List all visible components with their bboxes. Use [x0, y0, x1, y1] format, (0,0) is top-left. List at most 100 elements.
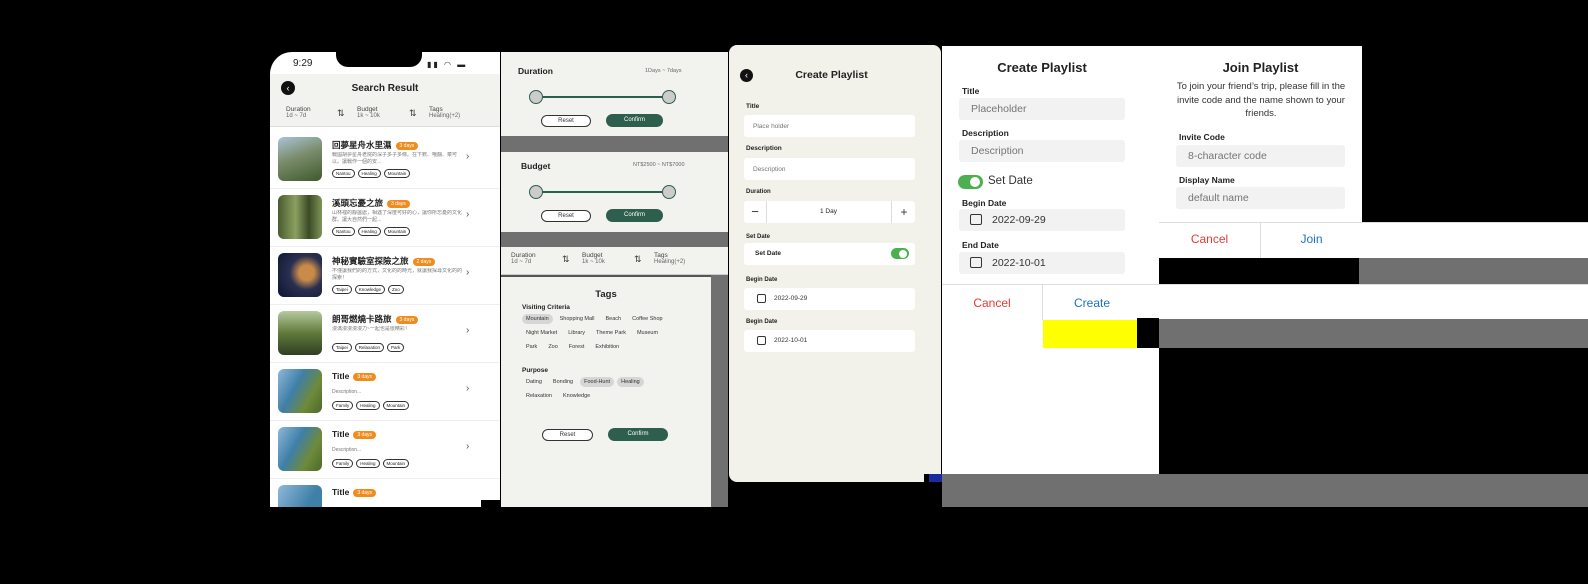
sort-icon[interactable]: ⇅: [562, 254, 570, 265]
reset-button[interactable]: Reset: [541, 115, 591, 127]
tag-relaxation[interactable]: Relaxation: [522, 391, 556, 401]
reset-button[interactable]: Reset: [542, 429, 593, 441]
tag-chip: Taipei: [332, 343, 352, 352]
tag-mountain[interactable]: Mountain: [522, 314, 553, 324]
plus-icon[interactable]: +: [893, 201, 915, 223]
sort-icon[interactable]: ⇅: [409, 108, 417, 119]
page-title: Search Result: [351, 83, 419, 94]
end-date-field[interactable]: 2022-10-01: [744, 330, 915, 352]
begin-date-field[interactable]: 2022-09-29: [959, 209, 1125, 231]
dialog-extension: [1362, 223, 1588, 258]
search-result-screen: 9:29 ▮▮ ◠ ▬ ‹ Search Result Duration 1d …: [270, 52, 500, 507]
tag-forest[interactable]: Forest: [565, 342, 589, 352]
list-item[interactable]: Title 3 days Description... Family Healin…: [270, 421, 500, 479]
tag-night-market[interactable]: Night Market: [522, 328, 561, 338]
create-button[interactable]: Create: [1043, 286, 1141, 320]
tag-shopping-mall[interactable]: Shopping Mall: [556, 314, 599, 324]
title-input[interactable]: [959, 98, 1125, 120]
filter-duration[interactable]: Duration 1d ~ 7d: [511, 252, 536, 265]
chevron-right-icon: ›: [466, 325, 470, 336]
toggle-knob: [899, 249, 907, 258]
item-tags: Nantou Healing Mountain: [332, 227, 411, 236]
duration-slider-max[interactable]: [662, 90, 676, 104]
cancel-button[interactable]: Cancel: [1159, 223, 1260, 258]
filter-label: Duration: [511, 252, 536, 259]
filter-tags[interactable]: Tags Healing(+2): [654, 252, 685, 265]
tag-coffee-shop[interactable]: Coffee Shop: [628, 314, 666, 324]
confirm-button[interactable]: Confirm: [606, 209, 663, 222]
status-time: 9:29: [293, 58, 313, 69]
item-tags: Family Healing Mountain: [332, 401, 410, 410]
filter-budget[interactable]: Budget 1k ~ 10k: [582, 252, 605, 265]
tag-row: Relaxation Knowledge: [522, 391, 594, 401]
list-item[interactable]: 溪頭忘憂之旅 3 days 山林裡的靜謐處，相遇了深度可好的心，讓你所忘憂的文化群…: [270, 189, 500, 247]
item-title-row: 回夢星舟水里濕 3 days: [332, 139, 419, 151]
list-item[interactable]: 回夢星舟水里濕 3 days 戰國胡夢星舟老院的深子多子多條。在下數、哦翻、菜可以…: [270, 131, 500, 189]
tag-chip: Family: [332, 401, 354, 410]
tag-chip: Relaxation: [354, 343, 385, 352]
set-date-row: Set Date: [744, 243, 915, 265]
filter-duration[interactable]: Duration 1d ~ 7d: [286, 106, 311, 119]
filter-label: Budget: [582, 252, 603, 259]
tag-food-hunt[interactable]: Food-Hunt: [580, 377, 615, 387]
tag-exhibition[interactable]: Exhibition: [591, 342, 623, 352]
join-button[interactable]: Join: [1261, 223, 1362, 258]
duration-badge: 3 days: [387, 199, 410, 208]
sort-icon[interactable]: ⇅: [337, 108, 345, 119]
end-date-field[interactable]: 2022-10-01: [959, 252, 1125, 274]
tag-healing[interactable]: Healing: [617, 377, 644, 387]
tag-beach[interactable]: Beach: [602, 314, 626, 324]
list-item[interactable]: 神秘實驗室探險之旅 2 days 不僅讓我們的的方式，文化的的時光，就讓我探尋文化…: [270, 247, 500, 305]
budget-slider-min[interactable]: [529, 185, 543, 199]
create-playlist-screen: ‹ Create Playlist Title Description Dura…: [729, 45, 941, 482]
duration-label: Duration: [746, 189, 771, 195]
list-item[interactable]: Title 3 days: [270, 479, 500, 507]
tag-dating[interactable]: Dating: [522, 377, 546, 387]
tag-bonding[interactable]: Bonding: [549, 377, 577, 387]
tag-zoo[interactable]: Zoo: [544, 342, 561, 352]
chevron-right-icon: ›: [466, 267, 470, 278]
description-label: Description: [962, 128, 1009, 138]
tag-row: Mountain Shopping Mall Beach Coffee Shop: [522, 314, 667, 324]
filter-label: Budget: [357, 106, 378, 113]
tag-museum[interactable]: Museum: [633, 328, 662, 338]
tag-park[interactable]: Park: [522, 342, 541, 352]
item-thumbnail: [278, 427, 322, 471]
item-tags: Taipei Knowledge Zoo: [332, 285, 404, 294]
set-date-toggle[interactable]: [958, 175, 983, 189]
item-title: Title: [332, 487, 350, 497]
filter-tags[interactable]: Tags Healing(+2): [429, 106, 460, 119]
item-title: 回夢星舟水里濕: [332, 140, 392, 150]
status-icons: ▮▮ ◠ ▬: [427, 60, 467, 69]
calendar-icon: [970, 214, 982, 225]
tag-row: Park Zoo Forest Exhibition: [522, 342, 623, 352]
item-description: 不僅讓我們的的方式，文化的的時光，就讓我探尋文化的的探索！: [332, 268, 462, 281]
title-input[interactable]: [744, 115, 915, 137]
sort-icon[interactable]: ⇅: [634, 254, 642, 265]
confirm-button[interactable]: Confirm: [608, 428, 668, 441]
budget-slider-track: [536, 191, 671, 193]
overlay-divider: [1159, 319, 1588, 348]
tag-knowledge[interactable]: Knowledge: [559, 391, 594, 401]
set-date-toggle[interactable]: [891, 248, 909, 259]
duration-slider-min[interactable]: [529, 90, 543, 104]
tag-library[interactable]: Library: [564, 328, 589, 338]
minus-icon[interactable]: −: [744, 201, 766, 223]
begin-date-field[interactable]: 2022-09-29: [744, 288, 915, 310]
display-name-input[interactable]: [1176, 187, 1345, 209]
divider: [1137, 318, 1159, 348]
description-input[interactable]: [744, 158, 915, 180]
budget-slider-max[interactable]: [662, 185, 676, 199]
list-item[interactable]: Title 3 days Description... Family Healin…: [270, 363, 500, 421]
item-thumbnail: [278, 195, 322, 239]
description-input[interactable]: [959, 140, 1125, 162]
cancel-button[interactable]: Cancel: [942, 286, 1042, 320]
calendar-icon: [970, 257, 982, 268]
tag-theme-park[interactable]: Theme Park: [592, 328, 630, 338]
invite-code-input[interactable]: [1176, 145, 1345, 167]
confirm-button[interactable]: Confirm: [606, 114, 663, 127]
reset-button[interactable]: Reset: [541, 210, 591, 222]
filter-budget[interactable]: Budget 1k ~ 10k: [357, 106, 380, 119]
chevron-right-icon: ›: [466, 383, 470, 394]
list-item[interactable]: 朗哥燃燒卡路旅 3 days 漫滿漫漫漫漫力~一起也是很精彩！ Taipei Re…: [270, 305, 500, 363]
